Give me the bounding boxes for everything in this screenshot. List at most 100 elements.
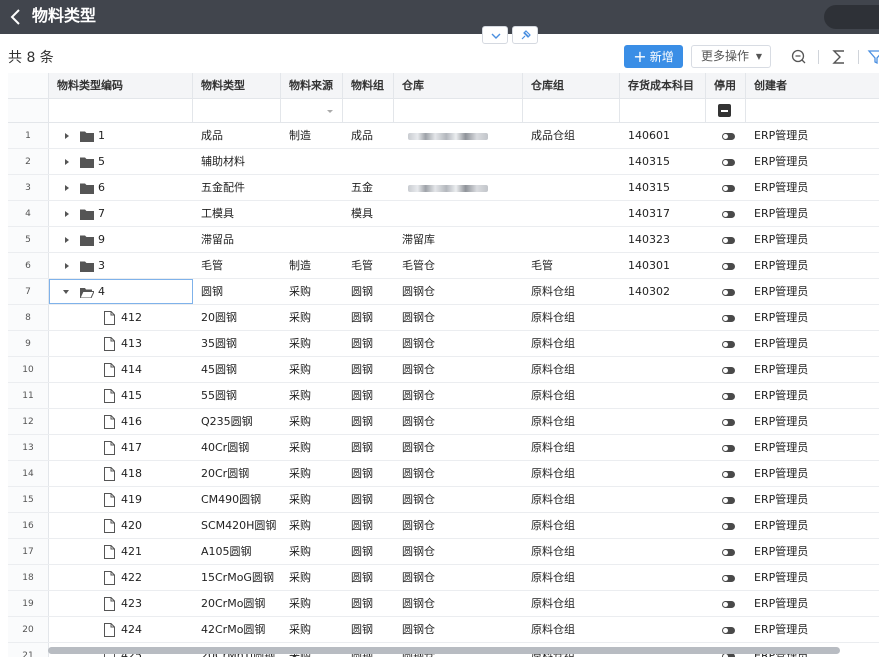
table-row[interactable]: 9 413 35圆钢 采购 圆钢 圆钢仓 原料仓组 ERP管理员 <box>8 331 879 357</box>
group-cell[interactable]: 成品 <box>343 123 394 148</box>
expand-right-icon[interactable] <box>65 263 69 269</box>
warehouse-cell[interactable]: 圆钢仓 <box>394 461 523 486</box>
group-cell[interactable] <box>343 227 394 252</box>
disabled-toggle[interactable] <box>722 315 735 322</box>
cost-account-cell[interactable]: 140301 <box>620 253 706 278</box>
group-cell[interactable]: 毛管 <box>343 253 394 278</box>
expand-right-icon[interactable] <box>65 133 69 139</box>
table-row[interactable]: 16 420 SCM420H圆钢 采购 圆钢 圆钢仓 原料仓组 ERP管理员 <box>8 513 879 539</box>
cost-account-cell[interactable] <box>620 305 706 330</box>
source-cell[interactable]: 采购 <box>281 409 343 434</box>
cost-account-cell[interactable] <box>620 461 706 486</box>
cost-account-cell[interactable] <box>620 487 706 512</box>
table-row[interactable]: 10 414 45圆钢 采购 圆钢 圆钢仓 原料仓组 ERP管理员 <box>8 357 879 383</box>
code-cell[interactable]: 418 <box>49 461 193 486</box>
type-cell[interactable]: 40Cr圆钢 <box>193 435 281 460</box>
source-cell[interactable]: 采购 <box>281 487 343 512</box>
cost-account-cell[interactable] <box>620 331 706 356</box>
cost-account-cell[interactable]: 140315 <box>620 149 706 174</box>
warehouse-cell[interactable]: 圆钢仓 <box>394 279 523 304</box>
creator-cell[interactable]: ERP管理员 <box>746 617 879 642</box>
type-cell[interactable]: 45圆钢 <box>193 357 281 382</box>
warehouse-group-cell[interactable]: 原料仓组 <box>523 487 620 512</box>
type-cell[interactable]: 20圆钢 <box>193 305 281 330</box>
code-cell[interactable]: 9 <box>49 227 193 252</box>
code-cell[interactable]: 417 <box>49 435 193 460</box>
source-cell[interactable]: 采购 <box>281 461 343 486</box>
code-cell[interactable]: 416 <box>49 409 193 434</box>
group-cell[interactable]: 圆钢 <box>343 539 394 564</box>
warehouse-cell[interactable] <box>394 201 523 226</box>
source-cell[interactable] <box>281 175 343 200</box>
group-cell[interactable]: 圆钢 <box>343 357 394 382</box>
filter-icon[interactable] <box>866 47 879 67</box>
source-cell[interactable]: 采购 <box>281 383 343 408</box>
source-cell[interactable]: 采购 <box>281 513 343 538</box>
filter-input[interactable] <box>193 99 281 122</box>
type-cell[interactable]: 42CrMo圆钢 <box>193 617 281 642</box>
disabled-toggle[interactable] <box>722 159 735 166</box>
search-settings-icon[interactable] <box>789 47 809 67</box>
warehouse-group-cell[interactable]: 原料仓组 <box>523 461 620 486</box>
type-cell[interactable]: 成品 <box>193 123 281 148</box>
table-row[interactable]: 11 415 55圆钢 采购 圆钢 圆钢仓 原料仓组 ERP管理员 <box>8 383 879 409</box>
table-row[interactable]: 1 1 成品 制造 成品 成品仓组 140601 ERP管理员 <box>8 123 879 149</box>
type-cell[interactable]: 35圆钢 <box>193 331 281 356</box>
type-cell[interactable]: A105圆钢 <box>193 539 281 564</box>
warehouse-cell[interactable]: 毛管仓 <box>394 253 523 278</box>
column-header[interactable]: 物料组 <box>343 73 394 98</box>
disabled-toggle[interactable] <box>722 471 735 478</box>
creator-cell[interactable]: ERP管理员 <box>746 279 879 304</box>
warehouse-cell[interactable]: 圆钢仓 <box>394 331 523 356</box>
warehouse-cell[interactable] <box>394 175 523 200</box>
source-cell[interactable]: 制造 <box>281 253 343 278</box>
user-menu[interactable] <box>824 5 879 29</box>
warehouse-group-cell[interactable]: 原料仓组 <box>523 305 620 330</box>
disabled-toggle[interactable] <box>722 445 735 452</box>
group-cell[interactable]: 圆钢 <box>343 487 394 512</box>
warehouse-cell[interactable]: 圆钢仓 <box>394 513 523 538</box>
type-cell[interactable]: 圆钢 <box>193 279 281 304</box>
group-cell[interactable]: 圆钢 <box>343 617 394 642</box>
warehouse-group-cell[interactable]: 成品仓组 <box>523 123 620 148</box>
creator-cell[interactable]: ERP管理员 <box>746 201 879 226</box>
creator-cell[interactable]: ERP管理员 <box>746 123 879 148</box>
code-cell[interactable]: 414 <box>49 357 193 382</box>
filter-select[interactable] <box>281 99 343 122</box>
code-cell[interactable]: 7 <box>49 201 193 226</box>
creator-cell[interactable]: ERP管理员 <box>746 513 879 538</box>
table-row[interactable]: 18 422 15CrMoG圆钢 采购 圆钢 圆钢仓 原料仓组 ERP管理员 <box>8 565 879 591</box>
creator-cell[interactable]: ERP管理员 <box>746 331 879 356</box>
column-header[interactable]: 物料类型编码 <box>49 73 193 98</box>
disabled-toggle[interactable] <box>722 263 735 270</box>
source-cell[interactable] <box>281 227 343 252</box>
type-cell[interactable]: 15CrMoG圆钢 <box>193 565 281 590</box>
creator-cell[interactable]: ERP管理员 <box>746 175 879 200</box>
group-cell[interactable]: 圆钢 <box>343 435 394 460</box>
warehouse-group-cell[interactable] <box>523 149 620 174</box>
disabled-toggle[interactable] <box>722 289 735 296</box>
column-header[interactable]: 存货成本科目 <box>620 73 706 98</box>
table-row[interactable]: 12 416 Q235圆钢 采购 圆钢 圆钢仓 原料仓组 ERP管理员 <box>8 409 879 435</box>
warehouse-group-cell[interactable] <box>523 201 620 226</box>
table-row[interactable]: 17 421 A105圆钢 采购 圆钢 圆钢仓 原料仓组 ERP管理员 <box>8 539 879 565</box>
creator-cell[interactable]: ERP管理员 <box>746 435 879 460</box>
warehouse-cell[interactable] <box>394 149 523 174</box>
group-cell[interactable]: 圆钢 <box>343 279 394 304</box>
code-cell[interactable]: 415 <box>49 383 193 408</box>
group-cell[interactable]: 圆钢 <box>343 305 394 330</box>
cost-account-cell[interactable] <box>620 591 706 616</box>
cost-account-cell[interactable]: 140323 <box>620 227 706 252</box>
type-cell[interactable]: 五金配件 <box>193 175 281 200</box>
horizontal-scrollbar[interactable] <box>48 647 840 654</box>
creator-cell[interactable]: ERP管理员 <box>746 149 879 174</box>
warehouse-group-cell[interactable]: 原料仓组 <box>523 435 620 460</box>
creator-cell[interactable]: ERP管理员 <box>746 591 879 616</box>
creator-cell[interactable]: ERP管理员 <box>746 227 879 252</box>
warehouse-cell[interactable]: 圆钢仓 <box>394 617 523 642</box>
warehouse-cell[interactable]: 圆钢仓 <box>394 539 523 564</box>
warehouse-group-cell[interactable]: 原料仓组 <box>523 513 620 538</box>
table-row[interactable]: 14 418 20Cr圆钢 采购 圆钢 圆钢仓 原料仓组 ERP管理员 <box>8 461 879 487</box>
disabled-toggle[interactable] <box>722 341 735 348</box>
code-cell[interactable]: 419 <box>49 487 193 512</box>
